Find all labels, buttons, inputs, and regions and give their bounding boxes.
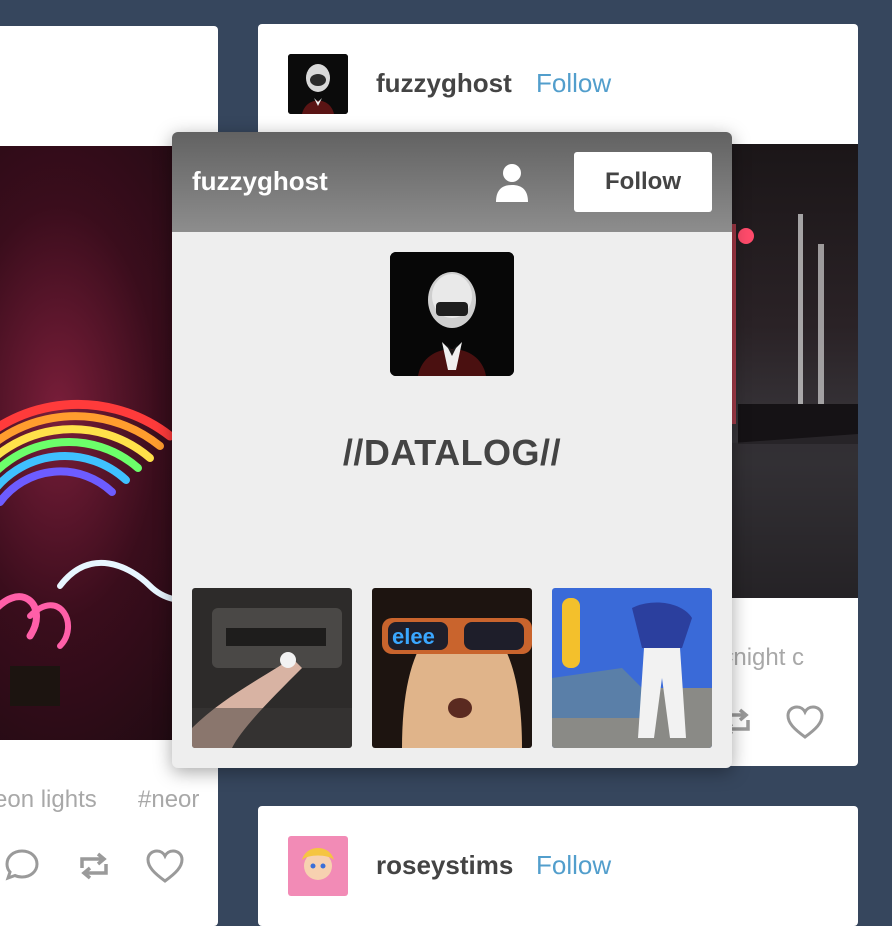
post-tag[interactable]: #night c — [720, 644, 804, 672]
user-icon[interactable] — [494, 162, 530, 204]
post-username[interactable]: fuzzyghost — [376, 68, 512, 99]
popover-header: fuzzyghost Follow — [172, 132, 732, 232]
avatar[interactable] — [288, 54, 348, 114]
popover-thumbnail[interactable] — [192, 588, 352, 748]
follow-link[interactable]: Follow — [536, 68, 611, 99]
popover-username[interactable]: fuzzyghost — [192, 166, 328, 197]
heart-icon[interactable] — [144, 846, 186, 886]
follow-link[interactable]: Follow — [536, 850, 611, 881]
post-tag[interactable]: #neor — [138, 786, 199, 814]
blog-popover: fuzzyghost Follow //DATALOG// elee — [172, 132, 732, 768]
post-username[interactable]: roseystims — [376, 850, 513, 881]
popover-thumbnail[interactable]: elee — [372, 588, 532, 748]
svg-text:elee: elee — [392, 624, 435, 649]
reblog-icon[interactable] — [74, 846, 114, 886]
popover-follow-button[interactable]: Follow — [574, 152, 712, 212]
popover-thumbnail[interactable] — [552, 588, 712, 748]
avatar[interactable] — [288, 836, 348, 896]
post-tag[interactable]: eon lights — [0, 786, 97, 814]
comment-icon[interactable] — [2, 845, 42, 885]
popover-blog-title: //DATALOG// — [342, 432, 562, 473]
heart-icon[interactable] — [784, 702, 826, 742]
post-card-roseystims: roseystims Follow — [258, 806, 858, 926]
popover-avatar[interactable] — [390, 252, 514, 376]
